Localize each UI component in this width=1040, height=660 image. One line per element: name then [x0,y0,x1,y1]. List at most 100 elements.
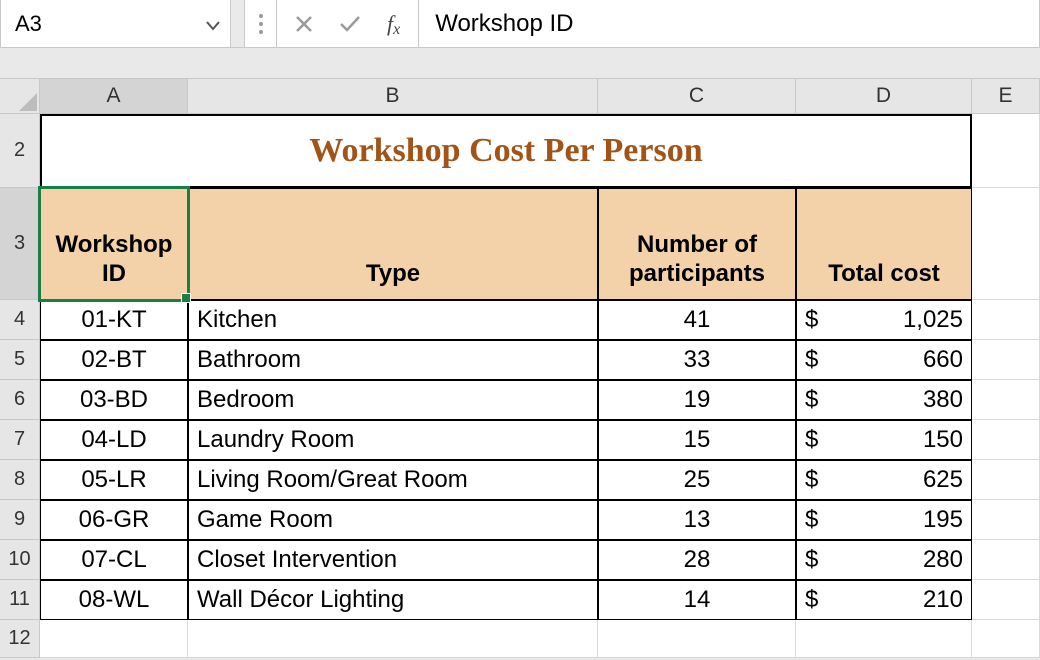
cell-c8[interactable]: 25 [598,460,796,500]
table-row: 502-BTBathroom33$660 [0,340,1040,380]
cell-d12[interactable] [796,620,972,658]
currency-symbol: $ [805,466,818,494]
cell-e8[interactable] [972,460,1040,500]
cell-a11[interactable]: 08-WL [40,580,188,620]
cell-e4[interactable] [972,300,1040,340]
name-box-input[interactable] [13,10,218,38]
cell-d11[interactable]: $210 [796,580,972,620]
cell-a12[interactable] [40,620,188,658]
cell-a5[interactable]: 02-BT [40,340,188,380]
cell-c7[interactable]: 15 [598,420,796,460]
cell-b4[interactable]: Kitchen [188,300,598,340]
cell-c9[interactable]: 13 [598,500,796,540]
column-header-row: A B C D E [0,78,1040,114]
cell-c12[interactable] [598,620,796,658]
cell-b6[interactable]: Bedroom [188,380,598,420]
column-header-b[interactable]: B [188,79,598,113]
cell-a3[interactable]: Workshop ID [40,188,188,300]
formula-bar: fx Workshop ID [0,0,1040,48]
table-row: 704-LDLaundry Room15$150 [0,420,1040,460]
cell-d4[interactable]: $1,025 [796,300,972,340]
cell-b10[interactable]: Closet Intervention [188,540,598,580]
row-header-5[interactable]: 5 [0,340,40,380]
cost-value: 1,025 [818,306,963,334]
cell-b12[interactable] [188,620,598,658]
row-header-9[interactable]: 9 [0,500,40,540]
cell-a8[interactable]: 05-LR [40,460,188,500]
cell-a6[interactable]: 03-BD [40,380,188,420]
cell-d6[interactable]: $380 [796,380,972,420]
currency-symbol: $ [805,586,818,614]
row-header-7[interactable]: 7 [0,420,40,460]
header-d-label: Total cost [828,260,940,289]
cell-e2[interactable] [972,114,1040,188]
cancel-icon[interactable] [295,15,313,33]
cost-value: 625 [818,466,963,494]
cost-value: 210 [818,586,963,614]
cell-b8[interactable]: Living Room/Great Room [188,460,598,500]
cell-e7[interactable] [972,420,1040,460]
cell-e6[interactable] [972,380,1040,420]
row-header-3[interactable]: 3 [0,188,40,300]
cell-e9[interactable] [972,500,1040,540]
cell-b7[interactable]: Laundry Room [188,420,598,460]
cost-value: 660 [818,346,963,374]
cell-d7[interactable]: $150 [796,420,972,460]
cell-e11[interactable] [972,580,1040,620]
cost-value: 380 [818,386,963,414]
row-header-10[interactable]: 10 [0,540,40,580]
row-12: 12 [0,620,1040,658]
row-header-11[interactable]: 11 [0,580,40,620]
cost-value: 280 [818,546,963,574]
cell-d8[interactable]: $625 [796,460,972,500]
cell-b11[interactable]: Wall Décor Lighting [188,580,598,620]
column-header-d[interactable]: D [796,79,972,113]
select-all-corner[interactable] [0,79,40,113]
title-cell[interactable]: Workshop Cost Per Person [40,114,972,188]
column-header-e[interactable]: E [972,79,1040,113]
cell-e5[interactable] [972,340,1040,380]
row-header-8[interactable]: 8 [0,460,40,500]
cell-a10[interactable]: 07-CL [40,540,188,580]
cell-a9[interactable]: 06-GR [40,500,188,540]
cell-b9[interactable]: Game Room [188,500,598,540]
cell-c11[interactable]: 14 [598,580,796,620]
cost-value: 195 [818,506,963,534]
cell-c10[interactable]: 28 [598,540,796,580]
cell-c4[interactable]: 41 [598,300,796,340]
cell-a7[interactable]: 04-LD [40,420,188,460]
row-header-4[interactable]: 4 [0,300,40,340]
cell-b3[interactable]: Type [188,188,598,300]
row-header-12[interactable]: 12 [0,620,40,658]
header-c-label: Number of participants [605,231,789,289]
cell-e10[interactable] [972,540,1040,580]
cell-c5[interactable]: 33 [598,340,796,380]
row-header-6[interactable]: 6 [0,380,40,420]
cell-d9[interactable]: $195 [796,500,972,540]
row-header-2[interactable]: 2 [0,114,40,188]
cell-b5[interactable]: Bathroom [188,340,598,380]
column-header-a[interactable]: A [40,79,188,113]
name-box[interactable] [1,0,231,47]
table-row: 805-LRLiving Room/Great Room25$625 [0,460,1040,500]
cell-a4[interactable]: 01-KT [40,300,188,340]
cell-c3[interactable]: Number of participants [598,188,796,300]
cell-e12[interactable] [972,620,1040,658]
cost-value: 150 [818,426,963,454]
formula-input[interactable]: Workshop ID [419,0,1039,47]
currency-symbol: $ [805,306,818,334]
table-row: 603-BDBedroom19$380 [0,380,1040,420]
cell-d10[interactable]: $280 [796,540,972,580]
formula-buttons: fx [277,0,419,47]
cell-d3[interactable]: Total cost [796,188,972,300]
fx-icon[interactable]: fx [387,11,400,37]
options-menu-icon[interactable] [245,0,277,47]
header-a-label: Workshop ID [47,231,181,289]
cell-d5[interactable]: $660 [796,340,972,380]
row-3: 3 Workshop ID Type Number of participant… [0,188,1040,300]
column-header-c[interactable]: C [598,79,796,113]
confirm-icon[interactable] [339,15,361,33]
cell-c6[interactable]: 19 [598,380,796,420]
chevron-down-icon[interactable] [206,11,220,37]
cell-e3[interactable] [972,188,1040,300]
